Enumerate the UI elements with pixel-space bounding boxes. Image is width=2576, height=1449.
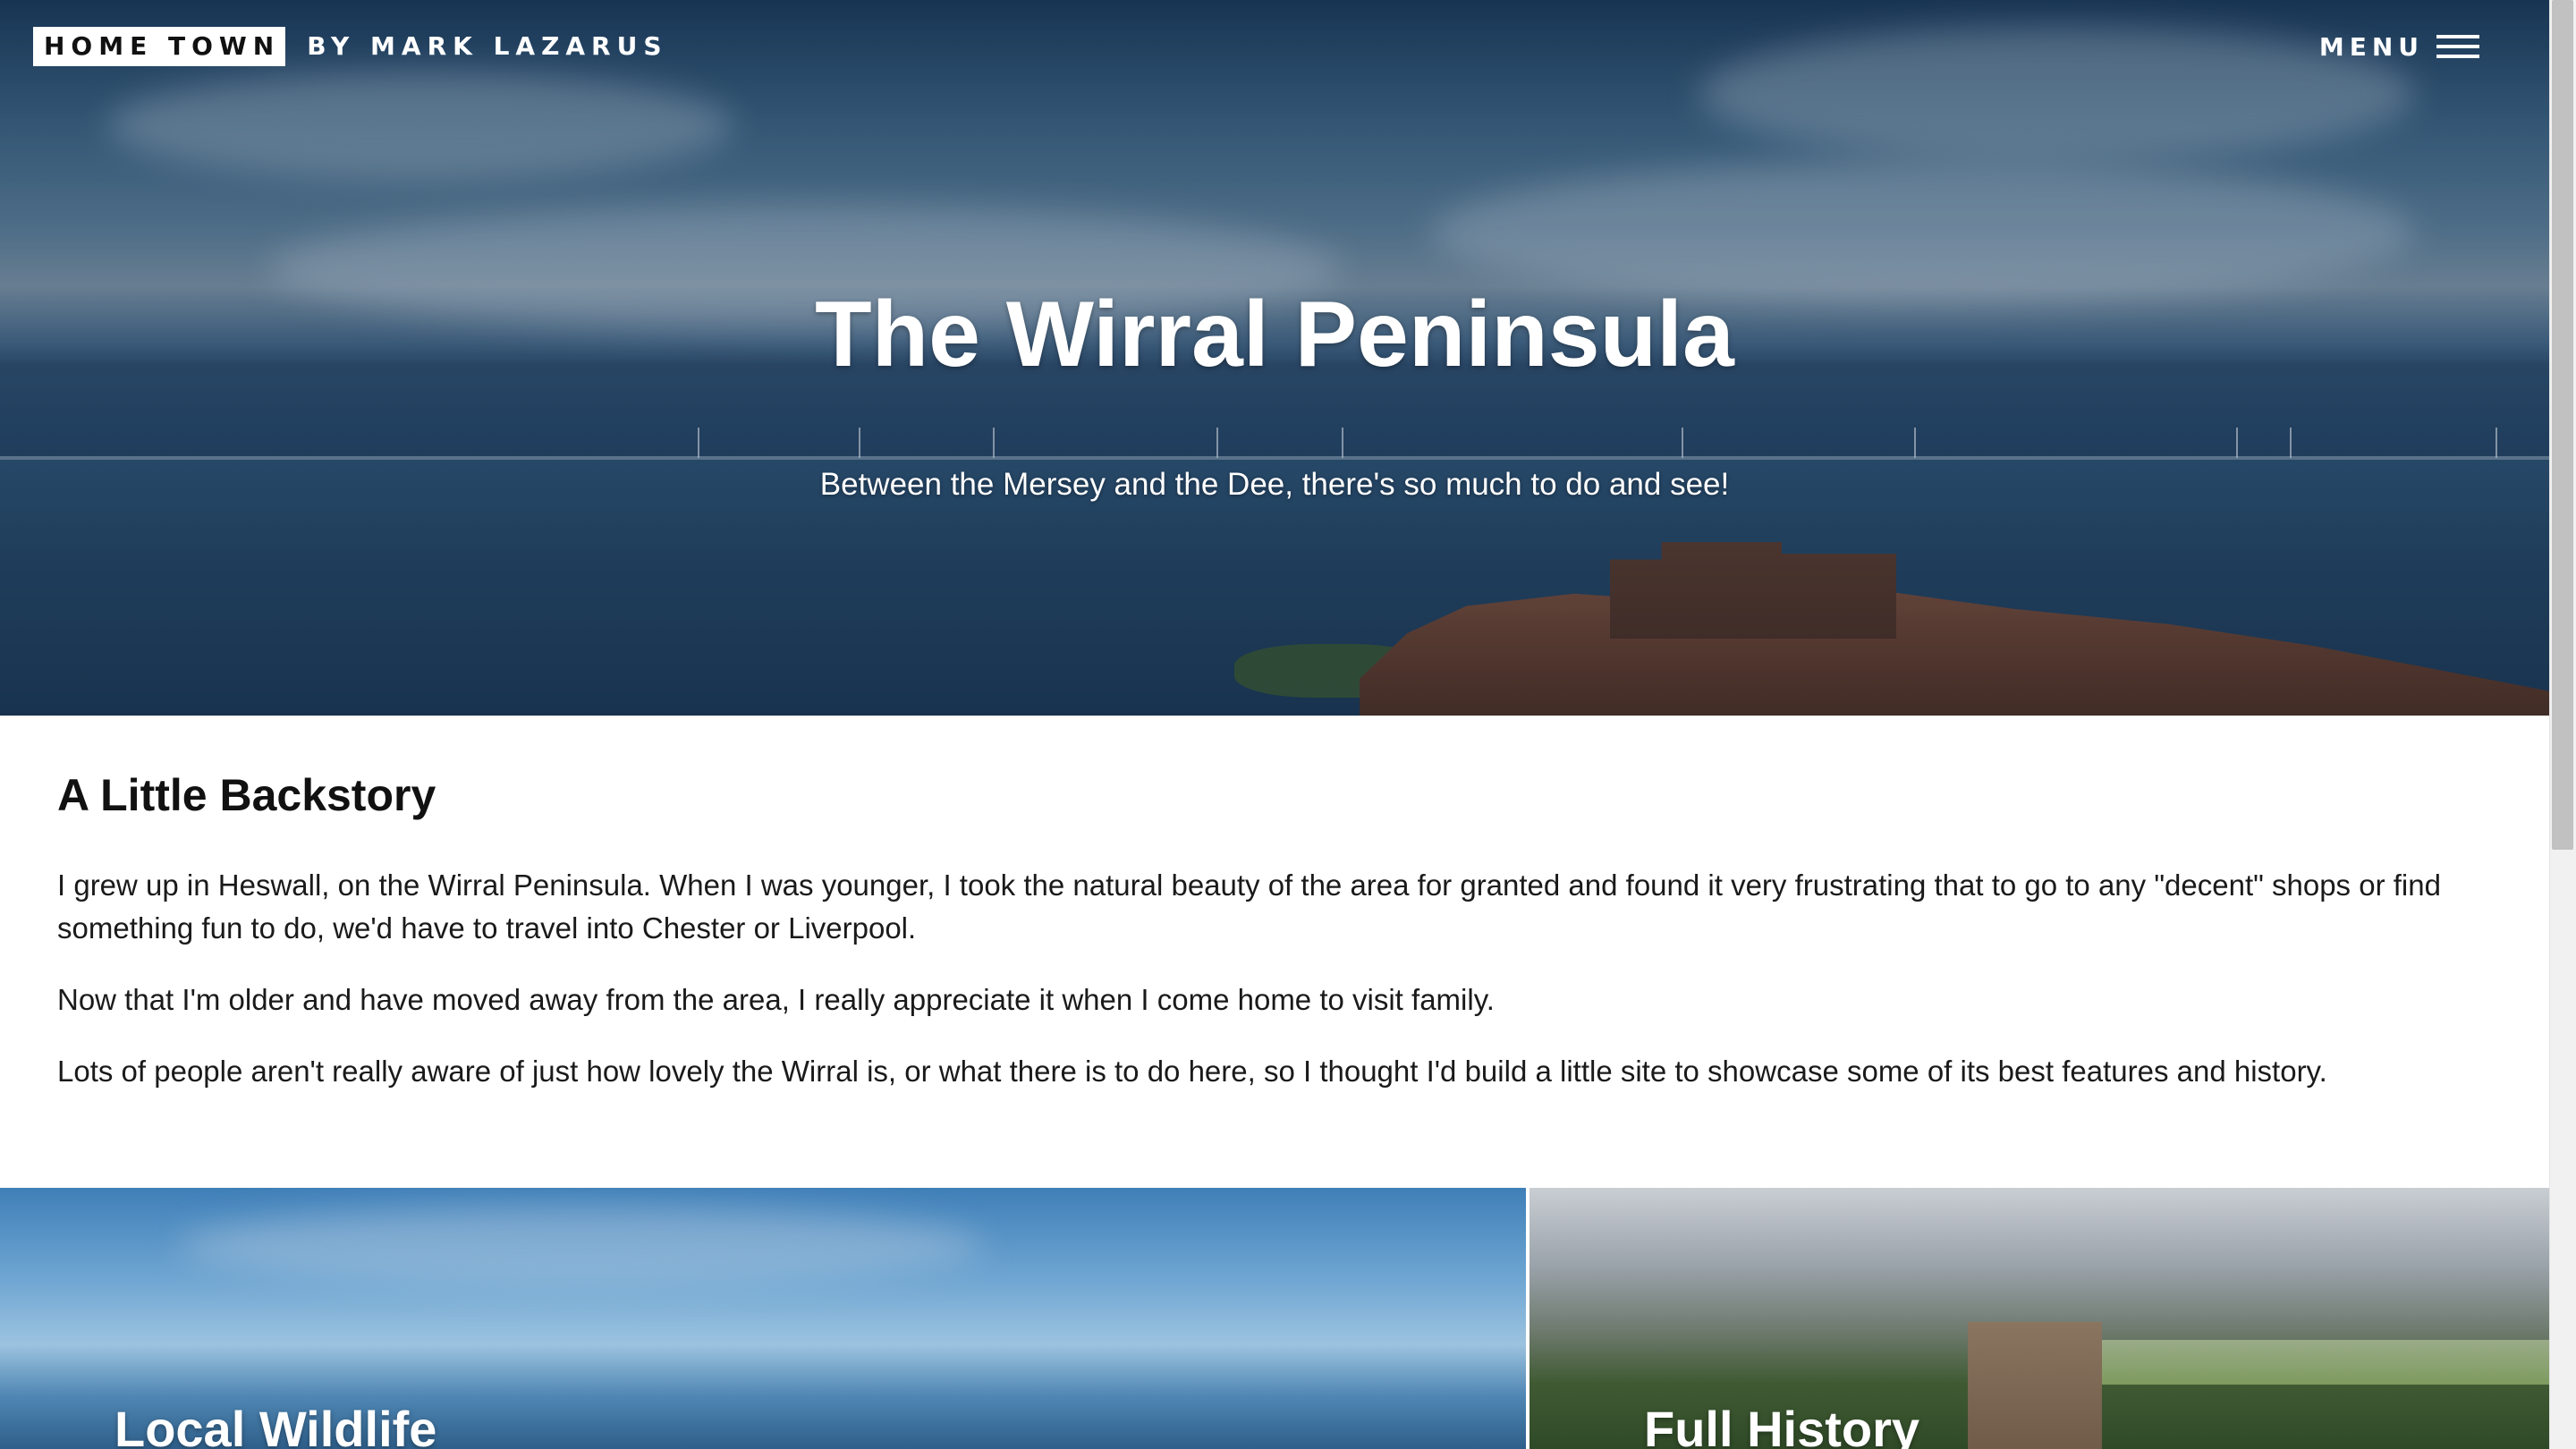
- page-subtitle: Between the Mersey and the Dee, there's …: [819, 467, 1730, 502]
- hamburger-icon[interactable]: [2436, 35, 2479, 58]
- menu-button[interactable]: MENU: [2319, 27, 2479, 66]
- backstory-paragraph: I grew up in Heswall, on the Wirral Peni…: [57, 869, 2441, 945]
- card-title[interactable]: Local Wildlife: [114, 1400, 436, 1449]
- site-brand[interactable]: HOME TOWN BY MARK LAZARUS: [33, 27, 668, 66]
- stone-monument: [1968, 1322, 2102, 1449]
- cloud: [179, 1206, 984, 1286]
- fields: [2102, 1340, 2549, 1385]
- brand-author[interactable]: BY MARK LAZARUS: [307, 27, 667, 66]
- card-full-history[interactable]: Full History: [1530, 1188, 2549, 1449]
- backstory-paragraph: Now that I'm older and have moved away f…: [57, 983, 1495, 1016]
- hero-banner: HOME TOWN BY MARK LAZARUS MENU The Wirra…: [0, 0, 2549, 716]
- scrollbar-thumb[interactable]: [2552, 0, 2573, 850]
- section-heading: A Little Backstory: [57, 770, 436, 820]
- page-title: The Wirral Peninsula: [815, 283, 1734, 386]
- scrollbar[interactable]: [2549, 0, 2576, 1449]
- card-local-wildlife[interactable]: Local Wildlife: [0, 1188, 1526, 1449]
- backstory-section: A Little Backstory I grew up in Heswall,…: [57, 769, 2490, 1122]
- brand-name[interactable]: HOME TOWN: [33, 27, 286, 66]
- menu-label[interactable]: MENU: [2319, 32, 2424, 62]
- backstory-paragraph: Lots of people aren't really aware of ju…: [57, 1055, 2327, 1088]
- card-title[interactable]: Full History: [1644, 1400, 1919, 1449]
